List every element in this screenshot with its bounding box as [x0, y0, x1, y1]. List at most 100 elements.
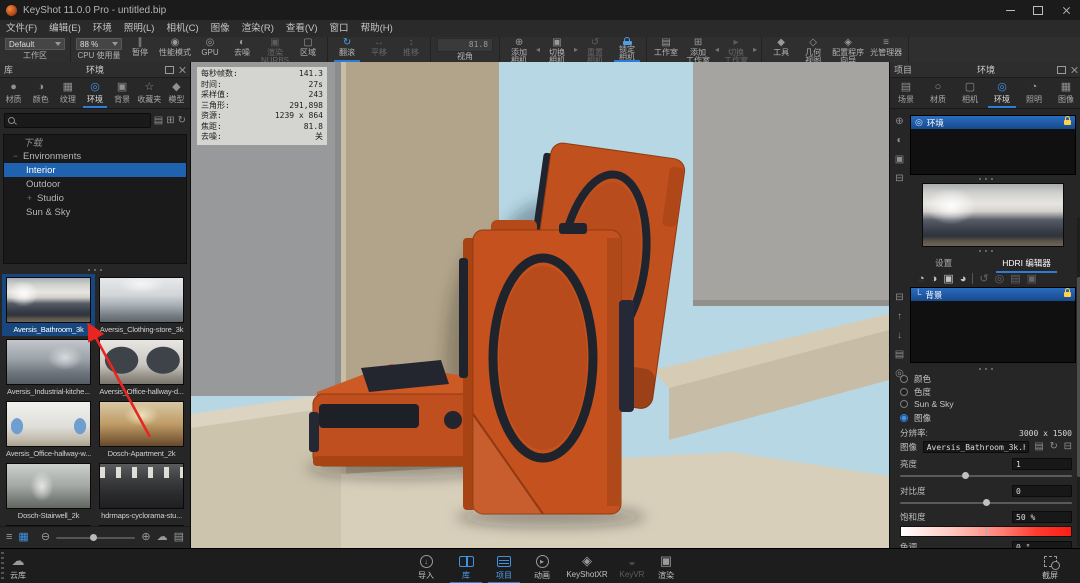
menu-help[interactable]: 帮助(H) [355, 20, 399, 37]
add-pin-icon[interactable]: ◔ [918, 273, 925, 285]
contrast-input[interactable] [1012, 485, 1072, 497]
hdri-preview-image[interactable] [922, 183, 1064, 247]
image-file-input[interactable] [923, 441, 1029, 453]
tab-favorites[interactable]: ☆ 收藏夹 [136, 78, 163, 108]
thumbnail-aversis-clothing-store[interactable]: Aversis_Clothing-store_3k [95, 274, 188, 336]
animation-button[interactable]: ▸ 动画 [524, 553, 560, 581]
slider-handle[interactable] [962, 472, 969, 479]
add-rect-pin-icon[interactable]: ▣ [943, 272, 953, 285]
tab-colors[interactable]: ◑ 颜色 [27, 78, 54, 108]
radio-sun-sky[interactable]: Sun & Sky [900, 399, 954, 409]
menu-camera[interactable]: 相机(C) [160, 20, 204, 37]
radio-image[interactable]: 图像 [900, 412, 931, 424]
tree-item-downloads[interactable]: 下载 [4, 135, 186, 149]
gpu-button[interactable]: ◎ GPU [194, 37, 226, 62]
expand-icon[interactable]: + [26, 193, 33, 203]
undock-panel-icon[interactable] [165, 66, 174, 74]
tab-textures[interactable]: ▦ 纹理 [54, 78, 81, 108]
denoise-button[interactable]: ◐ 去噪 [226, 37, 258, 62]
next-studio-arrow[interactable]: ▸ [752, 45, 758, 54]
refresh-icon[interactable]: ↻ [178, 116, 186, 126]
tab-materials[interactable]: ● 材质 [0, 78, 27, 108]
search-input[interactable] [15, 115, 147, 127]
menu-environment[interactable]: 环境 [87, 20, 118, 37]
add-environment-icon[interactable]: ⊕ [895, 117, 903, 127]
splitter-handle[interactable] [0, 266, 190, 274]
add-copy-pin-icon[interactable]: ◕ [960, 273, 967, 285]
pause-button[interactable]: ∥ 暂停 [124, 37, 156, 62]
move-down-icon[interactable]: ↓ [897, 331, 902, 341]
library-button[interactable]: 库 [448, 553, 484, 581]
keyshotxr-button[interactable]: ◈ KeyShotXR [562, 553, 612, 579]
tab-image[interactable]: ▦ 图像 [1050, 78, 1080, 108]
background-layer-item[interactable]: └ 背景 [911, 288, 1075, 301]
render-nurbs-button[interactable]: ▣ 渲染 NURBS [258, 37, 292, 62]
menu-file[interactable]: 文件(F) [0, 20, 43, 37]
tab-material[interactable]: ○ 材质 [922, 78, 954, 108]
slider-handle[interactable] [983, 499, 990, 506]
maximize-button[interactable] [1024, 0, 1052, 20]
move-up-icon[interactable]: ↑ [897, 312, 902, 322]
screenshot-button[interactable]: 截屏 [1032, 553, 1068, 581]
browse-folder-icon[interactable]: ▤ [1034, 442, 1043, 452]
dolly-button[interactable]: ↕ 推移 [395, 37, 427, 62]
subtab-settings[interactable]: 设置 [929, 255, 958, 271]
thumbnail-aversis-office-hallway-w[interactable]: Aversis_Office-hallway-w... [2, 398, 95, 460]
zoom-out-icon[interactable]: ⊖ [41, 532, 50, 543]
duplicate-environment-icon[interactable]: ▣ [895, 155, 904, 165]
thumbnail-aversis-office-hallway-d[interactable]: Aversis_Office-hallway-d... [95, 336, 188, 398]
folder-settings-icon[interactable]: ▤ [174, 532, 184, 543]
undock-panel-icon[interactable] [1057, 66, 1066, 74]
saturation-gradient-bar[interactable] [900, 526, 1072, 537]
tree-item-environments[interactable]: −Environments [4, 149, 186, 163]
remove-image-icon[interactable]: ⊟ [1064, 442, 1072, 452]
thumbnail-size-slider[interactable] [56, 537, 135, 539]
render-button[interactable]: ▣ 渲染 [648, 553, 684, 581]
tab-models[interactable]: ◆ 模型 [163, 78, 190, 108]
close-panel-icon[interactable] [179, 66, 186, 73]
thumbnail-hdrmaps-cyclorama[interactable]: hdrmaps-cyclorama-stu... [95, 460, 188, 522]
menu-edit[interactable]: 编辑(E) [43, 20, 87, 37]
grid-view-icon[interactable]: ▦ [18, 532, 28, 543]
menu-window[interactable]: 窗口 [324, 20, 355, 37]
project-button[interactable]: 项目 [486, 553, 522, 581]
minimize-button[interactable] [996, 0, 1024, 20]
thumbnail-dosch-stairwell[interactable]: Dosch-Stairwell_2k [2, 460, 95, 522]
environment-list-item[interactable]: ◎ 环境 [911, 116, 1075, 129]
menu-render[interactable]: 渲染(R) [236, 20, 280, 37]
cpu-usage-select[interactable]: 88 % CPU 使用量 [74, 37, 124, 62]
subtab-hdri-editor[interactable]: HDRI 编辑器 [996, 255, 1057, 271]
add-folder-icon[interactable]: ▤ [154, 116, 163, 126]
save-hdri-icon[interactable]: ▤ [1010, 272, 1020, 285]
menu-lighting[interactable]: 照明(L) [118, 20, 161, 37]
contrast-slider[interactable] [900, 502, 1072, 504]
folder-icon[interactable]: ▤ [895, 350, 904, 360]
brightness-input[interactable] [1012, 458, 1072, 470]
tab-lighting[interactable]: ◔ 照明 [1018, 78, 1050, 108]
workspace-select[interactable]: Default 工作区 [3, 37, 67, 62]
configurator-wizard-button[interactable]: ◈ 配置程序 向导 [829, 37, 867, 62]
tree-item-interior[interactable]: Interior [4, 163, 186, 177]
collapse-icon[interactable]: − [12, 151, 19, 161]
tree-item-outdoor[interactable]: Outdoor [4, 177, 186, 191]
geometry-view-button[interactable]: ◇ 几何 视图 [797, 37, 829, 62]
switch-camera-button[interactable]: ▣ 切换 相机 [541, 37, 573, 62]
add-half-pin-icon[interactable]: ◑ [931, 273, 938, 285]
splitter-handle[interactable] [890, 175, 1080, 183]
close-button[interactable] [1052, 0, 1080, 20]
radio-color[interactable]: 颜色 [900, 373, 931, 385]
saturation-input[interactable] [1012, 511, 1072, 523]
tab-environments[interactable]: ◎ 环境 [81, 78, 108, 108]
cloud-library-button[interactable]: ☁ 云库 [10, 553, 26, 581]
tools-button[interactable]: ◆ 工具 [765, 37, 797, 62]
reload-image-icon[interactable]: ↻ [1050, 442, 1058, 452]
refresh-folder-icon[interactable]: ⊞ [166, 116, 174, 126]
search-box[interactable] [4, 113, 151, 128]
toolbar-drag-handle[interactable] [1, 552, 4, 580]
region-button[interactable]: ▢ 区域 [292, 37, 324, 62]
tab-backplates[interactable]: ▣ 背景 [109, 78, 136, 108]
add-studio-button[interactable]: ⊞ 添加 工作室 [682, 37, 714, 62]
tumble-button[interactable]: ↻ 翻滚 [331, 37, 363, 62]
add-camera-button[interactable]: ⊕ 添加 相机 [503, 37, 535, 62]
zoom-in-icon[interactable]: ⊕ [141, 532, 150, 543]
